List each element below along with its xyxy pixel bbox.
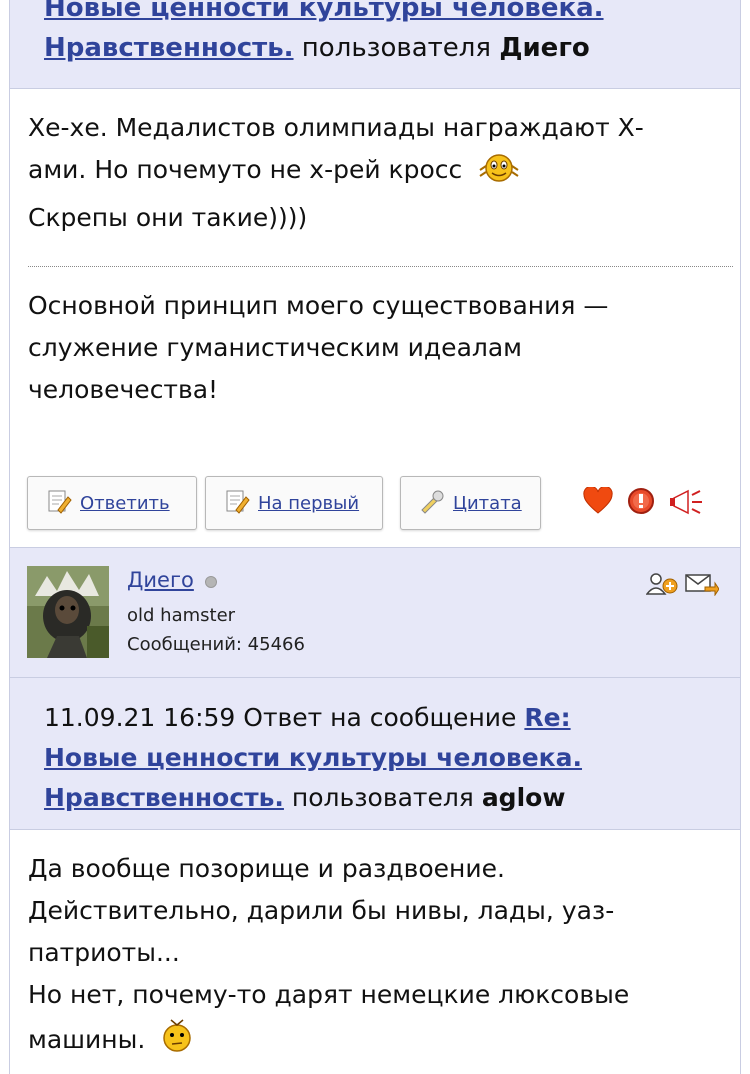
reply-to-label: Ответ на сообщение (243, 703, 517, 732)
add-friend-icon[interactable] (645, 572, 678, 600)
message-count: Сообщений: 45466 (127, 634, 305, 655)
signature-divider (28, 266, 733, 267)
quote-icon (419, 488, 445, 519)
reply-to-first-button[interactable]: На первый (205, 476, 383, 530)
by-label: пользователя (301, 33, 492, 63)
post-datetime: 11.09.21 16:59 (44, 703, 236, 732)
post-text: Да вообще позорище и раздвоение. Действи… (28, 848, 718, 1067)
megaphone-icon[interactable] (668, 487, 706, 521)
post-body: Хе-хе. Медалистов олимпиады награждают Х… (9, 88, 741, 547)
quote-label: Цитата (453, 492, 522, 514)
post-header: 11.09.21 16:59 Ответ на сообщение Re: Нов… (9, 677, 741, 829)
post-header: Новые ценности культуры человека. Нравств… (9, 0, 741, 88)
author-name: Диего (499, 33, 590, 63)
user-title: old hamster (127, 605, 236, 626)
quote-button[interactable]: Цитата (400, 476, 541, 530)
post-header-text: Новые ценности культуры человека. Нравств… (44, 0, 724, 68)
laughing-smiley-icon (476, 150, 522, 197)
post-text: Хе-хе. Медалистов олимпиады награждают Х… (28, 113, 644, 232)
user-info-header: Диего old hamster Сообщений: 45466 (9, 547, 741, 677)
reply-label: Ответить (80, 492, 170, 514)
thinking-smiley-icon (161, 1016, 193, 1067)
post-header-text: 11.09.21 16:59 Ответ на сообщение Re: Нов… (44, 698, 724, 818)
offline-status-icon (205, 576, 217, 588)
reply-first-icon (224, 488, 250, 519)
signature-text: Основной принцип моего существования — с… (28, 291, 609, 404)
reply-first-label: На первый (258, 492, 360, 514)
reply-button[interactable]: Ответить (27, 476, 197, 530)
heart-icon[interactable] (583, 485, 613, 519)
post-body: Да вообще позорище и раздвоение. Действи… (9, 829, 741, 1074)
avatar[interactable] (27, 566, 109, 658)
reply-icon (46, 488, 72, 519)
username-link[interactable]: Диего (127, 568, 194, 592)
send-message-icon[interactable] (685, 572, 720, 600)
author-name: aglow (481, 783, 566, 812)
by-label: пользователя (291, 783, 474, 812)
report-icon[interactable] (627, 487, 655, 519)
